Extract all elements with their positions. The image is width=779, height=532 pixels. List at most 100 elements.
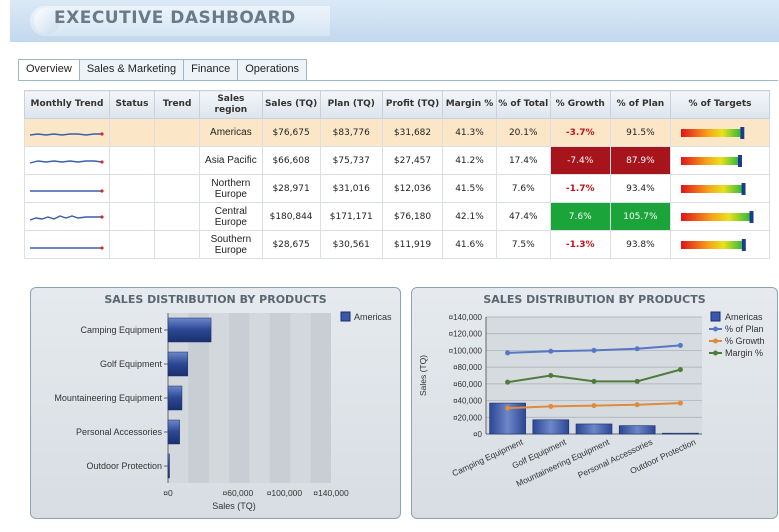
cell-growth: -7.4% xyxy=(549,146,611,175)
target-bullet-cell xyxy=(670,118,770,147)
grid-band xyxy=(290,313,311,483)
column-header[interactable]: Sales (TQ) xyxy=(261,90,321,119)
legend-label: Americas xyxy=(725,312,763,322)
table-row[interactable]: Northern Europe $28,971 $31,016 $12,036 41.5… xyxy=(24,174,770,203)
y-tick-label: ¤40,000 xyxy=(453,397,482,406)
cell-total: 7.6% xyxy=(495,174,551,203)
cell-margin: 41.5% xyxy=(442,174,497,203)
column-header[interactable]: Status xyxy=(108,90,156,119)
table-row[interactable]: Americas $76,675 $83,776 $31,682 41.3% 20.1% -… xyxy=(24,118,770,147)
tick-label: Mountaineering Equipment xyxy=(54,393,162,403)
cell-total: 7.5% xyxy=(495,230,551,259)
sparkline-cell xyxy=(24,174,110,203)
tab-finance[interactable]: Finance xyxy=(183,59,239,80)
legend-marker xyxy=(713,326,718,332)
column-header[interactable]: Sales region xyxy=(199,90,263,119)
cell-profit: $12,036 xyxy=(381,174,444,203)
x-axis-label: Sales (TQ) xyxy=(212,501,256,511)
sparkline-cell xyxy=(24,202,110,231)
cell-trend xyxy=(154,118,201,147)
legend-swatch xyxy=(340,311,351,322)
table-row[interactable]: Southern Europe $28,675 $30,561 $11,919 41.6… xyxy=(24,230,770,259)
tab-bar: Overview Sales & Marketing Finance Opera… xyxy=(18,59,308,81)
cell-region: Southern Europe xyxy=(199,230,263,259)
line-point xyxy=(677,367,683,373)
legend-marker xyxy=(713,338,718,344)
table-row[interactable]: Central Europe $180,844 $171,171 $76,180 42.… xyxy=(24,202,770,231)
sparkline xyxy=(29,131,104,136)
target-bullet xyxy=(681,238,746,251)
bar xyxy=(167,317,212,343)
chart-title: SALES DISTRIBUTION BY PRODUCTS xyxy=(104,293,327,306)
column-header[interactable]: Monthly Trend xyxy=(24,90,110,119)
cell-status xyxy=(108,174,156,203)
cell-plan: $30,561 xyxy=(319,230,383,259)
grid-band xyxy=(249,313,270,483)
legend-swatch xyxy=(710,311,721,322)
column-header[interactable]: % of Plan xyxy=(609,90,672,119)
cell-profit: $11,919 xyxy=(381,230,444,259)
cell-plan: $171,171 xyxy=(319,202,383,231)
table-row[interactable]: Asia Pacific $66,608 $75,737 $27,457 41.2% 17… xyxy=(24,146,770,175)
column-header[interactable]: Margin % xyxy=(442,90,497,119)
sparkline xyxy=(29,214,104,221)
cell-margin: 41.3% xyxy=(442,118,497,147)
legend-marker xyxy=(713,350,718,356)
line-point xyxy=(634,378,640,384)
cell-total: 17.4% xyxy=(495,146,551,175)
cell-region: Asia Pacific xyxy=(199,146,263,175)
tick-label: Personal Accessories xyxy=(76,427,163,437)
column-header[interactable]: % of Targets xyxy=(670,90,770,119)
kpi-table: Monthly Trend Status Trend Sales region … xyxy=(24,90,770,259)
bar xyxy=(167,351,189,377)
column-header[interactable]: Profit (TQ) xyxy=(381,90,444,119)
cell-trend xyxy=(154,202,201,231)
cell-growth: 7.6% xyxy=(549,202,611,231)
cell-status xyxy=(108,202,156,231)
line-point xyxy=(591,347,597,353)
bar xyxy=(167,385,183,411)
combo-chart: ¤140,000 ¤120,000 ¤100,000 ¤80,000 ¤60,000 ¤4… xyxy=(418,311,765,489)
tab-sales-marketing[interactable]: Sales & Marketing xyxy=(78,59,185,80)
cell-sales: $28,971 xyxy=(261,174,321,203)
cell-plan: $83,776 xyxy=(319,118,383,147)
cell-total: 20.1% xyxy=(495,118,551,147)
y-tick-label: ¤100,000 xyxy=(449,346,483,355)
sparkline-cell xyxy=(24,118,110,147)
column-header[interactable]: % of Total xyxy=(495,90,551,119)
cell-of-plan: 87.9% xyxy=(609,146,672,175)
line-point xyxy=(634,402,640,408)
sparkline xyxy=(29,245,104,250)
cell-trend xyxy=(154,146,201,175)
cell-sales: $180,844 xyxy=(261,202,321,231)
sparkline-cell xyxy=(24,146,110,175)
cell-trend xyxy=(154,174,201,203)
cell-status xyxy=(108,118,156,147)
cell-margin: 41.6% xyxy=(442,230,497,259)
sparkline xyxy=(29,188,104,193)
x-tick-label: Camping Equipment xyxy=(450,436,525,478)
line-point xyxy=(505,405,511,411)
column-header[interactable]: Trend xyxy=(154,90,201,119)
bar xyxy=(167,453,170,479)
bar xyxy=(662,432,699,435)
target-bullet xyxy=(681,182,746,195)
cell-plan: $31,016 xyxy=(319,174,383,203)
cell-region: Northern Europe xyxy=(199,174,263,203)
tick-label: Outdoor Protection xyxy=(86,461,162,471)
target-bullet-cell xyxy=(670,202,770,231)
column-header[interactable]: % Growth xyxy=(549,90,611,119)
tab-operations[interactable]: Operations xyxy=(237,59,308,80)
cell-growth: -3.7% xyxy=(549,118,611,147)
cell-profit: $27,457 xyxy=(381,146,444,175)
column-header[interactable]: Plan (TQ) xyxy=(319,90,383,119)
target-bullet xyxy=(681,126,745,139)
page-title: EXECUTIVE DASHBOARD xyxy=(54,8,296,28)
target-bullet-cell xyxy=(670,230,770,259)
y-axis-label: Sales (TQ) xyxy=(418,355,428,396)
legend-label: % Growth xyxy=(725,336,765,346)
sparkline xyxy=(29,159,104,164)
tab-overview[interactable]: Overview xyxy=(18,59,80,81)
chart-title: SALES DISTRIBUTION BY PRODUCTS xyxy=(483,293,706,306)
tick-label: Golf Equipment xyxy=(100,359,163,369)
